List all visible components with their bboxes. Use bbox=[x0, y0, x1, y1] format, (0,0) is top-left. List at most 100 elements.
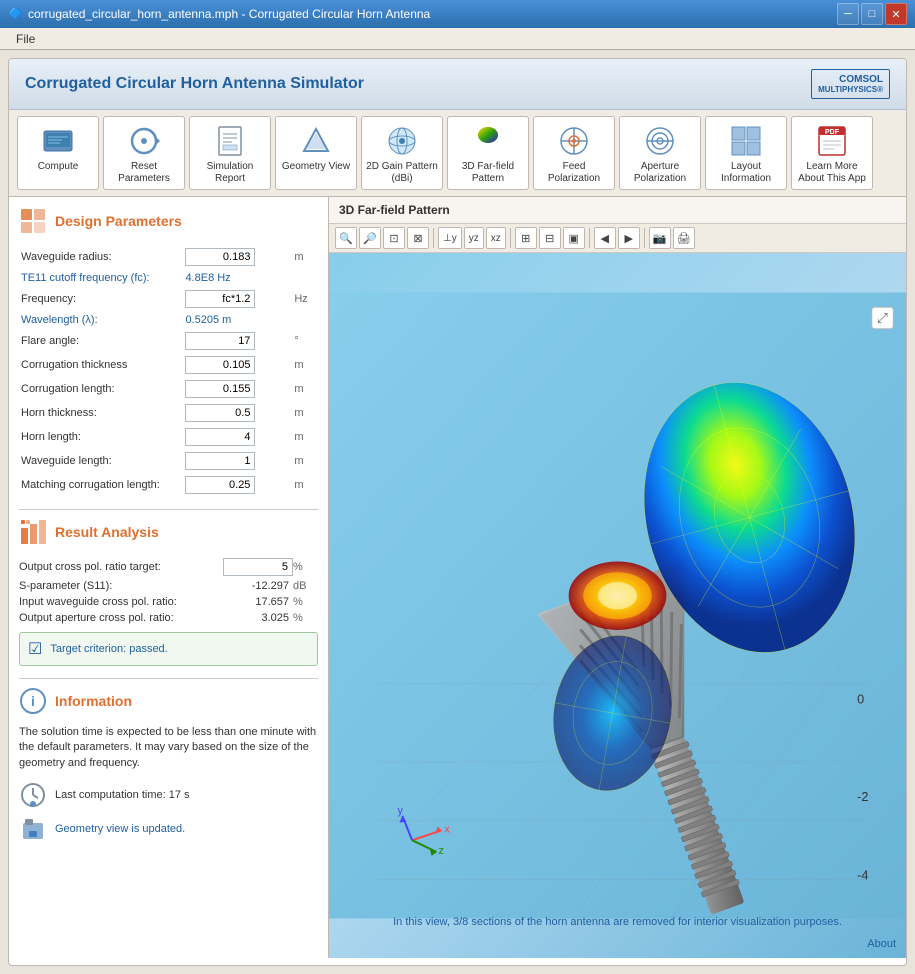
result-label: S-parameter (S11): bbox=[19, 580, 233, 592]
zoom-in-button[interactable]: 🔍 bbox=[335, 227, 357, 249]
result-row: Output cross pol. ratio target: % bbox=[19, 556, 318, 578]
minimize-button[interactable]: ─ bbox=[837, 3, 859, 25]
reset-params-button[interactable]: Reset Parameters bbox=[103, 116, 185, 190]
param-label: Horn thickness: bbox=[19, 401, 183, 425]
next-button[interactable]: ▶ bbox=[618, 227, 640, 249]
frequency-input[interactable] bbox=[185, 290, 255, 308]
layout-information-icon bbox=[728, 123, 764, 159]
flare-angle-input[interactable] bbox=[185, 332, 255, 350]
param-label: Horn length: bbox=[19, 425, 183, 449]
maximize-button[interactable]: □ bbox=[861, 3, 883, 25]
compute-button[interactable]: Compute bbox=[17, 116, 99, 190]
camera-button[interactable]: 📷 bbox=[649, 227, 671, 249]
param-label: Frequency: bbox=[19, 287, 183, 311]
svg-text:0: 0 bbox=[857, 691, 864, 706]
waveguide-radius-input[interactable] bbox=[185, 248, 255, 266]
reset-params-icon bbox=[126, 123, 162, 159]
learn-more-button[interactable]: PDF Learn More About This App bbox=[791, 116, 873, 190]
simulation-report-button[interactable]: Simulation Report bbox=[189, 116, 271, 190]
feed-polarization-label: Feed Polarization bbox=[538, 161, 610, 185]
left-panel: Design Parameters Waveguide radius: m TE… bbox=[9, 197, 329, 958]
result-row: Output aperture cross pol. ratio: 3.025 … bbox=[19, 610, 318, 626]
zoom-out-button[interactable]: 🔎 bbox=[359, 227, 381, 249]
design-params-header: Design Parameters bbox=[19, 207, 318, 235]
menu-file[interactable]: File bbox=[8, 30, 43, 48]
2d-gain-button[interactable]: 2D Gain Pattern (dBi) bbox=[361, 116, 443, 190]
param-unit: m bbox=[292, 425, 318, 449]
output-aperture-value: 3.025 bbox=[233, 612, 293, 624]
result-label: Input waveguide cross pol. ratio: bbox=[19, 596, 233, 608]
aperture-polarization-button[interactable]: Aperture Polarization bbox=[619, 116, 701, 190]
wavelength-link[interactable]: Wavelength (λ): bbox=[21, 314, 98, 326]
simulation-report-icon bbox=[212, 123, 248, 159]
waveguide-length-input[interactable] bbox=[185, 452, 255, 470]
close-button[interactable]: ✕ bbox=[885, 3, 907, 25]
param-label: Corrugation length: bbox=[19, 377, 183, 401]
target-criterion-text: Target criterion: passed. bbox=[50, 643, 167, 655]
right-panel: 3D Far-field Pattern 🔍 🔎 ⊡ ⊠ ⊥y yz xz ⊞ … bbox=[329, 197, 906, 958]
te11-link[interactable]: TE11 cutoff frequency (fc): bbox=[21, 272, 150, 284]
param-unit: m bbox=[292, 473, 318, 497]
comsol-logo-line2: MULTIPHYSICS® bbox=[818, 85, 883, 94]
print-button[interactable]: 🖨 bbox=[673, 227, 695, 249]
layout-information-button[interactable]: Layout Information bbox=[705, 116, 787, 190]
geometry-view-button[interactable]: Geometry View bbox=[275, 116, 357, 190]
3d-farfield-icon bbox=[470, 123, 506, 159]
geometry-view-icon bbox=[298, 123, 334, 159]
result-analysis-title: Result Analysis bbox=[55, 524, 159, 540]
params-table: Waveguide radius: m TE11 cutoff frequenc… bbox=[19, 245, 318, 497]
3d-farfield-button[interactable]: 3D Far-field Pattern bbox=[447, 116, 529, 190]
corrugation-thickness-input[interactable] bbox=[185, 356, 255, 374]
table-row: Corrugation length: m bbox=[19, 377, 318, 401]
compute-icon bbox=[40, 123, 76, 159]
app-icon: 🔷 bbox=[8, 6, 24, 22]
grid-button[interactable]: ⊞ bbox=[515, 227, 537, 249]
information-section: i Information The solution time is expec… bbox=[19, 687, 318, 843]
svg-text:x: x bbox=[444, 823, 450, 835]
table-row: Frequency: Hz bbox=[19, 287, 318, 311]
result-unit: % bbox=[293, 596, 318, 608]
toolbar: Compute Reset Parameters bbox=[9, 110, 906, 197]
svg-text:i: i bbox=[31, 693, 35, 709]
result-label: Output aperture cross pol. ratio: bbox=[19, 612, 233, 624]
corrugation-length-input[interactable] bbox=[185, 380, 255, 398]
svg-text:PDF: PDF bbox=[825, 129, 840, 136]
result-analysis-section: Result Analysis Output cross pol. ratio … bbox=[19, 518, 318, 666]
zoom-selection-button[interactable]: ⊠ bbox=[407, 227, 429, 249]
title-bar: 🔷 corrugated_circular_horn_antenna.mph -… bbox=[0, 0, 915, 28]
svg-text:-4: -4 bbox=[857, 867, 868, 882]
view-toolbar: 🔍 🔎 ⊡ ⊠ ⊥y yz xz ⊞ ⊟ ▣ ◀ ▶ 📷 bbox=[329, 224, 906, 253]
computation-time-text: Last computation time: 17 s bbox=[55, 789, 190, 801]
geometry-status-link[interactable]: Geometry view is updated. bbox=[55, 823, 185, 835]
horn-length-input[interactable] bbox=[185, 428, 255, 446]
design-params-title: Design Parameters bbox=[55, 213, 182, 229]
view-xz-button[interactable]: xz bbox=[486, 227, 506, 249]
comsol-logo: COMSOL MULTIPHYSICS® bbox=[811, 69, 890, 99]
app-title: Corrugated Circular Horn Antenna Simulat… bbox=[25, 75, 364, 93]
view-yz-button[interactable]: yz bbox=[464, 227, 484, 249]
result-unit: % bbox=[293, 561, 318, 573]
about-link[interactable]: About bbox=[867, 938, 896, 950]
horn-thickness-input[interactable] bbox=[185, 404, 255, 422]
wireframe-button[interactable]: ⊟ bbox=[539, 227, 561, 249]
learn-more-icon: PDF bbox=[814, 123, 850, 159]
clock-icon bbox=[19, 781, 47, 809]
view-xy-button[interactable]: ⊥y bbox=[438, 227, 462, 249]
param-label: Waveguide radius: bbox=[19, 245, 183, 269]
zoom-extents-button[interactable]: ⊡ bbox=[383, 227, 405, 249]
surface-button[interactable]: ▣ bbox=[563, 227, 585, 249]
toolbar-separator4 bbox=[644, 228, 645, 248]
table-row: Flare angle: ° bbox=[19, 329, 318, 353]
feed-polarization-button[interactable]: Feed Polarization bbox=[533, 116, 615, 190]
param-unit: Hz bbox=[292, 287, 318, 311]
3d-farfield-label: 3D Far-field Pattern bbox=[452, 161, 524, 185]
table-row: Matching corrugation length: m bbox=[19, 473, 318, 497]
result-label: Output cross pol. ratio target: bbox=[19, 561, 223, 573]
layout-information-label: Layout Information bbox=[710, 161, 782, 185]
feed-polarization-icon bbox=[556, 123, 592, 159]
viewport: 0 -2 -4 x y bbox=[329, 253, 906, 958]
cross-pol-ratio-input[interactable] bbox=[223, 558, 293, 576]
table-row: Horn thickness: m bbox=[19, 401, 318, 425]
matching-corrugation-input[interactable] bbox=[185, 476, 255, 494]
prev-button[interactable]: ◀ bbox=[594, 227, 616, 249]
